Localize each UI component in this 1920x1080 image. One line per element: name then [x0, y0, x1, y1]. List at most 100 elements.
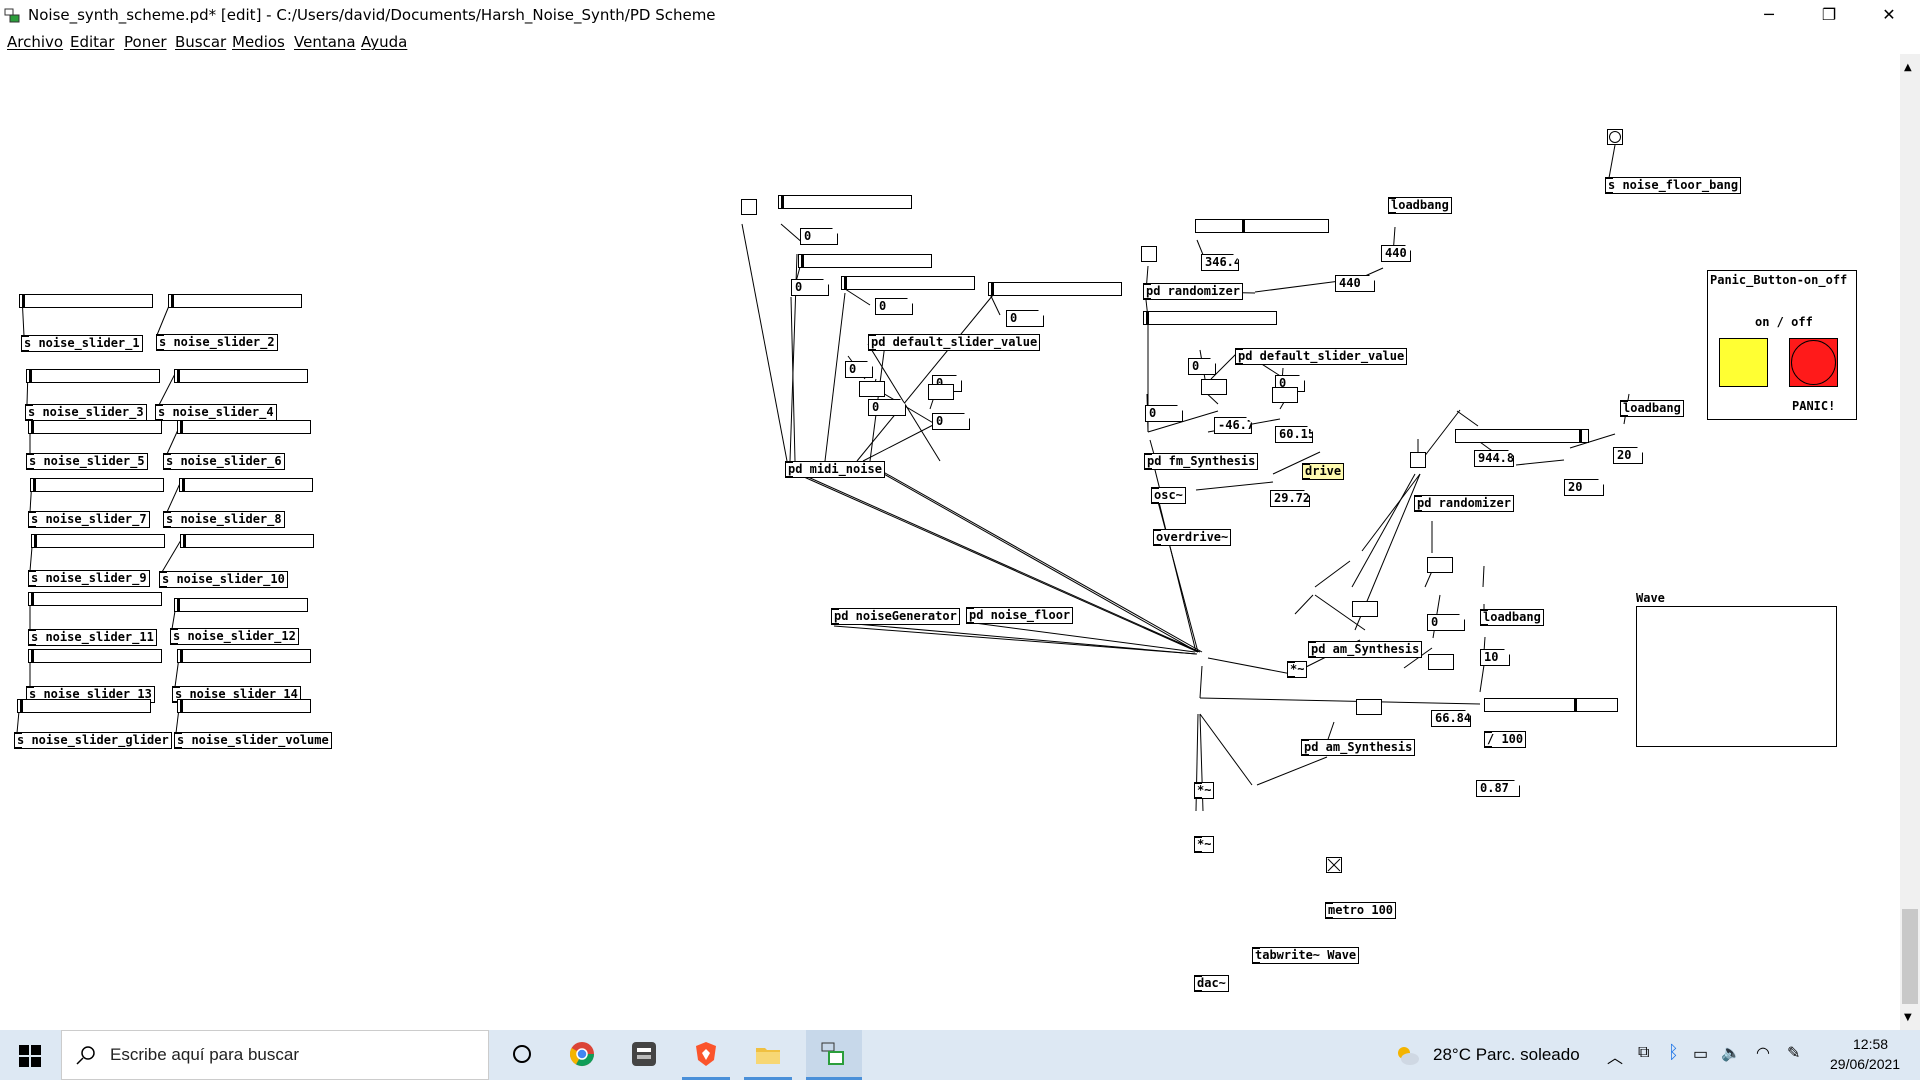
tabwrite-object[interactable]: tabwrite~ Wave: [1252, 947, 1360, 964]
pd-randomizer-2[interactable]: pd randomizer: [1414, 495, 1514, 512]
am-toggle-4[interactable]: [1428, 654, 1454, 670]
midi-number-3[interactable]: 0: [875, 298, 913, 315]
fm-toggle-2[interactable]: [1201, 379, 1227, 395]
send-noise-slider-3[interactable]: s noise_slider_3: [25, 404, 147, 421]
noise-slider-3[interactable]: [26, 369, 160, 383]
app-switcher-icon[interactable]: [630, 1040, 658, 1068]
close-button[interactable]: ✕: [1866, 0, 1912, 30]
midi-slider-2[interactable]: [798, 254, 932, 268]
overdrive-object[interactable]: overdrive~: [1153, 529, 1232, 546]
fm-toggle[interactable]: [1141, 246, 1157, 262]
am-number-9448[interactable]: 944.8: [1474, 450, 1514, 467]
noise-slider-volume[interactable]: [177, 699, 311, 713]
volume-icon[interactable]: 🔈: [1721, 1043, 1741, 1063]
drive-message[interactable]: drive: [1302, 463, 1345, 480]
pd-taskbar-button[interactable]: [806, 1030, 862, 1080]
noise-slider-9[interactable]: [31, 534, 165, 548]
cortana-icon[interactable]: [508, 1040, 536, 1068]
send-noise-slider-5[interactable]: s noise_slider_5: [26, 453, 148, 470]
send-noise-slider-2[interactable]: s noise_slider_2: [156, 334, 278, 351]
send-noise-floor-bang[interactable]: s noise_floor_bang: [1605, 177, 1742, 194]
drive-number-2972[interactable]: 29.72: [1270, 490, 1310, 507]
noise-slider-4[interactable]: [174, 369, 308, 383]
vertical-scrollbar[interactable]: ▲ ▼: [1900, 54, 1920, 1030]
dac-object[interactable]: dac~: [1194, 975, 1229, 992]
volume-slider[interactable]: [1484, 698, 1618, 712]
scroll-up-icon[interactable]: ▲: [1904, 62, 1912, 73]
loadbang-1[interactable]: loadbang: [1388, 197, 1452, 214]
mult-object-1[interactable]: *~: [1194, 782, 1215, 799]
send-noise-slider-11[interactable]: s noise_slider_11: [28, 629, 157, 646]
am-number-6684[interactable]: 66.84: [1431, 710, 1471, 727]
am-number-0[interactable]: 0: [1427, 614, 1465, 631]
weather-text[interactable]: 28°C Parc. soleado: [1433, 1045, 1580, 1065]
send-noise-slider-10[interactable]: s noise_slider_10: [159, 571, 288, 588]
fm-number-346[interactable]: 346.4: [1201, 254, 1239, 271]
send-noise-slider-9[interactable]: s noise_slider_9: [28, 570, 150, 587]
scroll-down-icon[interactable]: ▼: [1904, 1012, 1912, 1023]
fm-slider-1[interactable]: [1195, 219, 1329, 233]
pd-midi-noise[interactable]: pd midi_noise: [785, 461, 885, 478]
battery-icon[interactable]: ▭: [1693, 1044, 1708, 1064]
pd-noise-generator[interactable]: pd noiseGenerator: [831, 608, 960, 625]
menu-archivo[interactable]: Archivo: [7, 33, 63, 51]
send-noise-slider-8[interactable]: s noise_slider_8: [163, 511, 285, 528]
am-toggle[interactable]: [1410, 452, 1426, 468]
send-noise-slider-12[interactable]: s noise_slider_12: [170, 628, 299, 645]
noise-slider-5[interactable]: [28, 420, 162, 434]
pd-default-slider-value-2[interactable]: pd default_slider_value: [1235, 348, 1408, 365]
fm-number-neg467[interactable]: -46.7: [1214, 417, 1252, 434]
noise-slider-14[interactable]: [177, 649, 311, 663]
noise-slider-12[interactable]: [174, 598, 308, 612]
am-number-10[interactable]: 10: [1480, 649, 1510, 666]
menu-ventana[interactable]: Ventana: [294, 33, 356, 51]
minimize-button[interactable]: ─: [1746, 0, 1792, 30]
send-noise-slider-glider[interactable]: s noise_slider_glider: [14, 732, 172, 749]
midi-number-2[interactable]: 0: [791, 279, 829, 296]
am-toggle-2[interactable]: [1427, 557, 1453, 573]
fm-toggle-3[interactable]: [1272, 387, 1298, 403]
midi-slider-1[interactable]: [778, 195, 912, 209]
fm-number-0-c[interactable]: 0: [1145, 405, 1183, 422]
pen-icon[interactable]: ✎: [1787, 1043, 1800, 1063]
menu-editar[interactable]: Editar: [70, 33, 114, 51]
scrollbar-thumb[interactable]: [1902, 909, 1918, 1004]
midi-toggle-3[interactable]: [928, 384, 954, 400]
loadbang-3[interactable]: loadbang: [1480, 609, 1544, 626]
tray-chevron-up-icon[interactable]: ︿: [1607, 1044, 1623, 1068]
midi-number-7[interactable]: 0: [868, 399, 906, 416]
metro-toggle[interactable]: [1326, 857, 1342, 873]
menu-buscar[interactable]: Buscar: [175, 33, 226, 51]
on-off-toggle[interactable]: [1719, 338, 1768, 387]
osc-object[interactable]: osc~: [1151, 487, 1186, 504]
send-noise-slider-6[interactable]: s noise_slider_6: [163, 453, 285, 470]
midi-number-8[interactable]: 0: [932, 413, 970, 430]
noise-slider-7[interactable]: [30, 478, 164, 492]
fm-number-440-b[interactable]: 440: [1335, 275, 1375, 292]
brave-icon[interactable]: [692, 1040, 720, 1068]
fm-number-0-a[interactable]: 0: [1188, 358, 1216, 375]
panic-bang[interactable]: [1789, 338, 1838, 387]
midi-slider-4[interactable]: [988, 282, 1122, 296]
menu-ayuda[interactable]: Ayuda: [361, 33, 407, 51]
noise-slider-1[interactable]: [19, 294, 153, 308]
midi-toggle-2[interactable]: [859, 381, 885, 397]
menu-poner[interactable]: Poner: [124, 33, 167, 51]
send-noise-slider-1[interactable]: s noise_slider_1: [21, 335, 143, 352]
weather-icon[interactable]: [1394, 1043, 1420, 1067]
windows-start-icon[interactable]: [19, 1045, 41, 1067]
loadbang-2[interactable]: loadbang: [1620, 400, 1684, 417]
noise-slider-13[interactable]: [28, 649, 162, 663]
taskbar-time[interactable]: 12:58: [1853, 1036, 1888, 1052]
send-noise-slider-volume[interactable]: s noise_slider_volume: [174, 732, 332, 749]
pd-am-synthesis-1[interactable]: pd am_Synthesis: [1308, 641, 1423, 658]
taskbar-search-box[interactable]: Escribe aquí para buscar: [61, 1030, 489, 1080]
maximize-button[interactable]: ❐: [1806, 0, 1852, 30]
send-noise-slider-4[interactable]: s noise_slider_4: [155, 404, 277, 421]
send-noise-slider-7[interactable]: s noise_slider_7: [28, 511, 150, 528]
midi-slider-3[interactable]: [841, 276, 975, 290]
am-toggle-5[interactable]: [1356, 699, 1382, 715]
pd-fm-synthesis[interactable]: pd fm_Synthesis: [1144, 453, 1259, 470]
am-number-20-b[interactable]: 20: [1564, 479, 1604, 496]
noise-slider-glider[interactable]: [17, 699, 151, 713]
